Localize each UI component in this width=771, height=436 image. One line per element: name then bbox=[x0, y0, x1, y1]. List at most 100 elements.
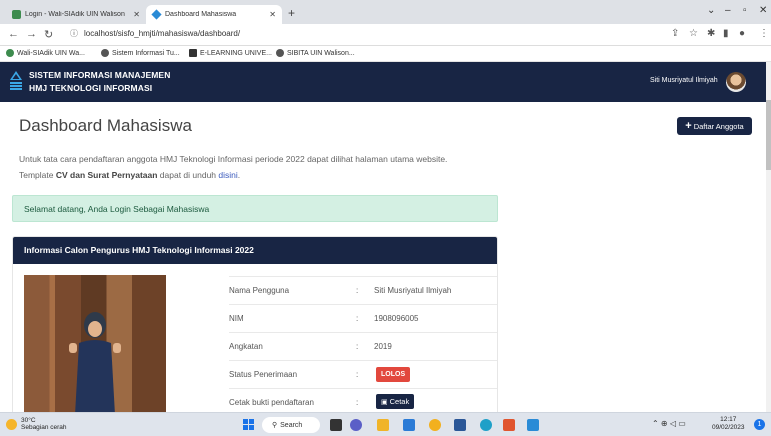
bookmark-label: SIBITA UIN Walison... bbox=[287, 49, 355, 57]
cetak-button[interactable]: ▣ Cetak bbox=[376, 394, 415, 409]
app-header: SISTEM INFORMASI MANAJEMEN HMJ TEKNOLOGI… bbox=[0, 62, 766, 102]
url-text: localhost/sisfo_hmjti/mahasiswa/dashboar… bbox=[84, 29, 241, 38]
profile-photo bbox=[24, 275, 166, 415]
mail-icon[interactable] bbox=[403, 419, 415, 431]
scrollbar-thumb[interactable] bbox=[766, 100, 771, 170]
browser-address-bar: ← → ↻ ⓘ localhost/sisfo_hmjti/mahasiswa/d… bbox=[0, 24, 771, 46]
row-label: Cetak bukti pendaftaran bbox=[229, 398, 314, 407]
page-title: Dashboard Mahasiswa bbox=[19, 116, 192, 135]
row-colon: : bbox=[356, 342, 359, 351]
row-label: Status Penerimaan bbox=[229, 370, 298, 379]
cetak-label: Cetak bbox=[389, 397, 410, 406]
row-colon: : bbox=[356, 286, 359, 295]
browser-tab-dashboard[interactable]: Dashboard Mahasiswa ✕ bbox=[146, 5, 282, 24]
elearning-icon bbox=[189, 49, 197, 57]
extensions-icon[interactable]: ✱ bbox=[707, 28, 715, 39]
xampp-icon[interactable] bbox=[503, 419, 515, 431]
bookmark-item[interactable]: SIBITA UIN Walison... bbox=[276, 49, 355, 57]
file-explorer-icon[interactable] bbox=[377, 419, 389, 431]
side-panel-icon[interactable]: ▮ bbox=[723, 28, 729, 39]
word-icon[interactable] bbox=[454, 419, 466, 431]
bookmarks-bar: Wali-SIAdik UIN Wa... Sistem Informasi T… bbox=[0, 46, 771, 62]
app-name-line1: SISTEM INFORMASI MANAJEMEN bbox=[29, 70, 171, 80]
description-text: . bbox=[237, 170, 241, 180]
edge-icon[interactable] bbox=[480, 419, 492, 431]
description-bold: CV dan Surat Pernyataan bbox=[55, 170, 158, 180]
close-tab-icon[interactable]: ✕ bbox=[133, 10, 140, 19]
table-row: Nama Pengguna : Siti Musriyatul Ilmiyah bbox=[229, 276, 497, 304]
clock-time: 12:17 bbox=[720, 416, 737, 423]
row-label: NIM bbox=[229, 314, 244, 323]
user-name[interactable]: Siti Musriyatul Ilmiyah bbox=[650, 77, 718, 84]
clock-date: 09/02/2023 bbox=[712, 424, 745, 431]
browser-tab-login[interactable]: Login - Wali-SIAdik UIN Walison ✕ bbox=[6, 5, 146, 24]
table-row: Status Penerimaan : LOLOS bbox=[229, 360, 497, 388]
bookmark-label: E-LEARNING UNIVE... bbox=[200, 49, 272, 57]
bookmark-item[interactable]: Sistem Informasi Tu... bbox=[101, 49, 180, 57]
vscode-icon[interactable] bbox=[527, 419, 539, 431]
row-label: Nama Pengguna bbox=[229, 286, 290, 295]
app-favicon-icon bbox=[151, 9, 162, 20]
bookmark-star-icon[interactable]: ☆ bbox=[689, 28, 698, 39]
minimize-icon[interactable]: – bbox=[725, 5, 731, 16]
bookmark-label: Wali-SIAdik UIN Wa... bbox=[17, 49, 85, 57]
new-tab-icon[interactable]: + bbox=[288, 6, 295, 20]
sun-icon bbox=[6, 418, 17, 430]
daftar-anggota-button[interactable]: + Daftar Anggota bbox=[677, 117, 752, 135]
bookmark-item[interactable]: Wali-SIAdik UIN Wa... bbox=[6, 49, 85, 57]
notification-icon[interactable]: 1 bbox=[754, 419, 765, 430]
wali-siadik-icon bbox=[6, 49, 14, 57]
chrome-icon[interactable] bbox=[429, 419, 441, 431]
taskbar-search[interactable]: ⚲ Search bbox=[262, 417, 320, 433]
close-window-icon[interactable]: ✕ bbox=[759, 5, 767, 16]
clock[interactable]: 12:17 09/02/2023 bbox=[712, 416, 745, 432]
browser-tab-bar: Login - Wali-SIAdik UIN Walison ✕ Dashbo… bbox=[0, 0, 771, 24]
app-name[interactable]: SISTEM INFORMASI MANAJEMEN HMJ TEKNOLOGI… bbox=[29, 69, 170, 95]
table-row: NIM : 1908096005 bbox=[229, 304, 497, 332]
tab-search-chevron-icon[interactable]: ⌄ bbox=[707, 5, 715, 16]
candidate-info-card: Informasi Calon Pengurus HMJ Teknologi I… bbox=[12, 236, 498, 416]
chat-icon[interactable] bbox=[350, 419, 362, 431]
maximize-icon[interactable]: ▫ bbox=[743, 5, 747, 16]
weather-widget[interactable]: 30°C Sebagian cerah bbox=[6, 417, 67, 431]
system-tray-icons[interactable]: ⌃ ⊕ ◁ ▭ bbox=[652, 419, 686, 428]
row-value: 1908096005 bbox=[374, 314, 419, 323]
windows-taskbar: 30°C Sebagian cerah ⚲ Search ⌃ ⊕ ◁ ▭ 12:1… bbox=[0, 412, 771, 436]
url-field[interactable]: ⓘ localhost/sisfo_hmjti/mahasiswa/dashboa… bbox=[70, 28, 240, 39]
reload-icon[interactable]: ↻ bbox=[44, 28, 53, 41]
row-colon: : bbox=[356, 314, 359, 323]
card-title: Informasi Calon Pengurus HMJ Teknologi I… bbox=[13, 237, 497, 264]
tab-title: Login - Wali-SIAdik UIN Walison bbox=[25, 11, 125, 18]
globe-icon bbox=[276, 49, 284, 57]
bookmark-label: Sistem Informasi Tu... bbox=[112, 49, 180, 57]
search-label: Search bbox=[280, 421, 303, 429]
close-tab-icon[interactable]: ✕ bbox=[269, 10, 276, 19]
wali-siadik-favicon-icon bbox=[12, 10, 21, 19]
description-text: dapat di unduh bbox=[157, 170, 219, 180]
printer-icon: ▣ bbox=[381, 398, 388, 406]
task-view-icon[interactable] bbox=[330, 419, 342, 431]
app-name-line2: HMJ TEKNOLOGI INFORMASI bbox=[29, 83, 153, 93]
hmj-logo-icon bbox=[10, 71, 22, 90]
profile-icon[interactable]: ● bbox=[739, 28, 745, 39]
status-badge: LOLOS bbox=[376, 367, 411, 382]
share-icon[interactable]: ⇪ bbox=[671, 28, 679, 39]
description-line: Untuk tata cara pendaftaran anggota HMJ … bbox=[19, 154, 448, 164]
row-colon: : bbox=[356, 370, 359, 379]
browser-menu-icon[interactable]: ⋮ bbox=[759, 28, 769, 39]
back-icon[interactable]: ← bbox=[8, 28, 19, 40]
site-info-icon[interactable]: ⓘ bbox=[70, 29, 78, 38]
windows-start-icon[interactable] bbox=[243, 419, 254, 430]
page-description: Untuk tata cara pendaftaran anggota HMJ … bbox=[19, 151, 447, 183]
avatar[interactable] bbox=[726, 72, 746, 92]
row-value: 2019 bbox=[374, 342, 392, 351]
description-line: Template CV dan Surat Pernyataan dapat d… bbox=[19, 167, 447, 183]
bookmark-item[interactable]: E-LEARNING UNIVE... bbox=[189, 49, 272, 57]
row-label: Angkatan bbox=[229, 342, 263, 351]
description-text: Template bbox=[19, 170, 56, 180]
download-link[interactable]: disini bbox=[218, 170, 237, 180]
search-icon: ⚲ bbox=[272, 422, 278, 429]
forward-icon[interactable]: → bbox=[26, 28, 37, 40]
daftar-anggota-label: Daftar Anggota bbox=[693, 121, 744, 131]
weather-temp: 30°C bbox=[21, 417, 36, 424]
